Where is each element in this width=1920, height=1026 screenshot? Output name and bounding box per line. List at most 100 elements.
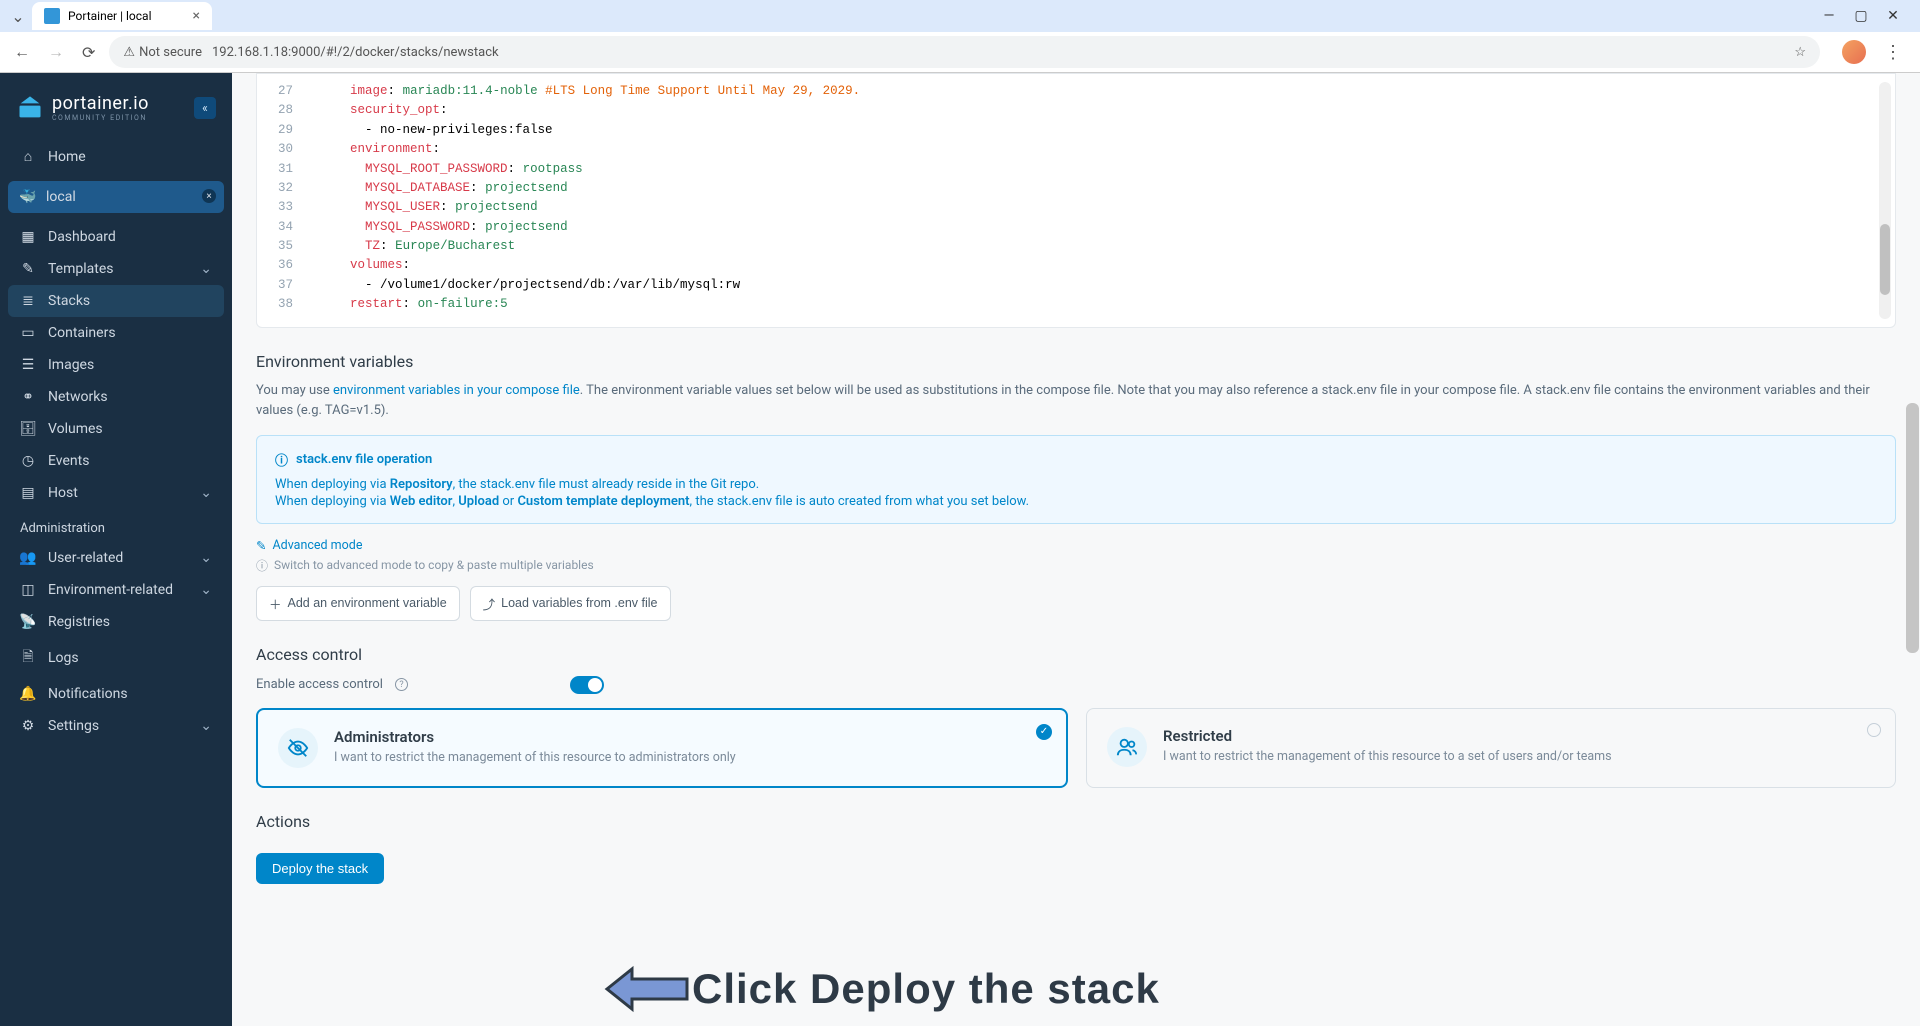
info-line-2: When deploying via Web editor, Upload or… bbox=[275, 494, 1877, 509]
not-secure-label: Not secure bbox=[139, 45, 202, 60]
main-content: 27 image: mariadb:11.4-noble #LTS Long T… bbox=[232, 73, 1920, 1026]
sidebar-item-label: Containers bbox=[48, 325, 116, 341]
forward-icon[interactable]: → bbox=[44, 38, 68, 66]
chevron-down-icon: ⌄ bbox=[200, 550, 212, 566]
tab-bar: ⌄ Portainer | local × — ▢ ✕ bbox=[0, 0, 1920, 32]
share-icon: ⚭ bbox=[20, 389, 36, 405]
portainer-logo-icon bbox=[16, 94, 44, 122]
sidebar-item-logs[interactable]: 🗎Logs bbox=[8, 638, 224, 678]
profile-avatar[interactable] bbox=[1842, 40, 1866, 64]
sidebar-item-label: Templates bbox=[48, 261, 114, 277]
line-number: 27 bbox=[257, 82, 305, 101]
arrow-left-icon bbox=[602, 964, 692, 1014]
warning-icon: ⚠ bbox=[123, 45, 135, 60]
line-number: 28 bbox=[257, 101, 305, 120]
sidebar-item-dashboard[interactable]: ▦Dashboard bbox=[8, 221, 224, 253]
bell-icon: 🔔 bbox=[20, 686, 36, 702]
sidebar-item-templates[interactable]: ✎Templates⌄ bbox=[8, 253, 224, 285]
line-number: 38 bbox=[257, 295, 305, 314]
code-line: 28 security_opt: bbox=[257, 101, 1895, 120]
code-line: 33 MYSQL_USER: projectsend bbox=[257, 198, 1895, 217]
load-env-file-button[interactable]: ⤴ Load variables from .env file bbox=[470, 586, 671, 621]
not-secure-badge[interactable]: ⚠ Not secure bbox=[123, 45, 202, 60]
layers-icon: ≣ bbox=[20, 293, 36, 309]
add-env-var-button[interactable]: ＋ Add an environment variable bbox=[256, 586, 460, 621]
line-number: 31 bbox=[257, 160, 305, 179]
sidebar-item-user-related[interactable]: 👥User-related⌄ bbox=[8, 542, 224, 574]
list-icon: ☰ bbox=[20, 357, 36, 373]
sidebar-item-images[interactable]: ☰ Images bbox=[8, 349, 224, 381]
gear-icon: ⚙ bbox=[20, 718, 36, 734]
sidebar-item-networks[interactable]: ⚭ Networks bbox=[8, 381, 224, 413]
deploy-stack-label: Deploy the stack bbox=[272, 861, 368, 876]
window-controls: — ▢ ✕ bbox=[1822, 9, 1912, 23]
tab-title: Portainer | local bbox=[68, 9, 152, 23]
sidebar-item-label: Images bbox=[48, 357, 94, 373]
sidebar-item-label: Volumes bbox=[48, 421, 103, 437]
eye-off-icon bbox=[278, 728, 318, 768]
enable-access-label: Enable access control bbox=[256, 677, 383, 692]
maximize-icon[interactable]: ▢ bbox=[1854, 9, 1868, 23]
line-number: 37 bbox=[257, 276, 305, 295]
access-cards: Administrators I want to restrict the ma… bbox=[256, 708, 1896, 788]
tutorial-annotation: Click Deploy the stack bbox=[602, 964, 1160, 1014]
main-scrollbar-thumb[interactable] bbox=[1906, 403, 1919, 653]
help-icon[interactable]: ? bbox=[395, 678, 408, 691]
docker-icon: 🐳 bbox=[20, 189, 36, 205]
sidebar-item-notifications[interactable]: 🔔Notifications bbox=[8, 678, 224, 710]
sidebar-item-registries[interactable]: 📡Registries bbox=[8, 606, 224, 638]
sidebar-item-label: Networks bbox=[48, 389, 108, 405]
access-card-restricted[interactable]: Restricted I want to restrict the manage… bbox=[1086, 708, 1896, 788]
access-card-administrators[interactable]: Administrators I want to restrict the ma… bbox=[256, 708, 1068, 788]
sidebar: portainer.io COMMUNITY EDITION « ⌂ Home … bbox=[0, 73, 232, 1026]
advanced-mode-link[interactable]: ✎ Advanced mode bbox=[256, 538, 1896, 554]
code-line: 32 MYSQL_DATABASE: projectsend bbox=[257, 179, 1895, 198]
browser-tab[interactable]: Portainer | local × bbox=[32, 2, 212, 30]
code-scrollbar-thumb[interactable] bbox=[1880, 224, 1890, 295]
code-line: 37 - /volume1/docker/projectsend/db:/var… bbox=[257, 276, 1895, 295]
info-small-icon: ⓘ bbox=[256, 557, 268, 574]
code-scrollbar[interactable] bbox=[1879, 82, 1891, 319]
sidebar-item-settings[interactable]: ⚙Settings⌄ bbox=[8, 710, 224, 742]
bookmark-star-icon[interactable]: ☆ bbox=[1794, 45, 1806, 60]
tab-close-icon[interactable]: × bbox=[193, 8, 200, 24]
card-admin-desc: I want to restrict the management of thi… bbox=[334, 750, 736, 765]
sidebar-item-volumes[interactable]: 🗄Volumes bbox=[8, 413, 224, 445]
box-icon: ▭ bbox=[20, 325, 36, 341]
sidebar-item-containers[interactable]: ▭ Containers bbox=[8, 317, 224, 349]
sidebar-item-label: User-related bbox=[48, 550, 123, 566]
env-desc-link[interactable]: environment variables in your compose fi… bbox=[333, 383, 580, 398]
server-icon: ▤ bbox=[20, 485, 36, 501]
logo-row: portainer.io COMMUNITY EDITION « bbox=[8, 85, 224, 140]
sidebar-item-events[interactable]: ◷Events bbox=[8, 445, 224, 477]
close-window-icon[interactable]: ✕ bbox=[1886, 9, 1900, 23]
reload-icon[interactable]: ⟳ bbox=[78, 39, 99, 66]
environment-name: local bbox=[46, 189, 76, 205]
browser-toolbar: ← → ⟳ ⚠ Not secure 192.168.1.18:9000/#!/… bbox=[0, 32, 1920, 72]
enable-access-row: Enable access control ? bbox=[256, 676, 1896, 694]
tab-favicon bbox=[44, 8, 60, 24]
collapse-sidebar-button[interactable]: « bbox=[194, 97, 216, 119]
tabs-dropdown[interactable]: ⌄ bbox=[8, 6, 28, 26]
environment-badge[interactable]: 🐳 local × bbox=[8, 181, 224, 213]
chevron-down-icon: ⌄ bbox=[200, 485, 212, 501]
sidebar-item-stacks[interactable]: ≣Stacks bbox=[8, 285, 224, 317]
minimize-icon[interactable]: — bbox=[1822, 9, 1836, 23]
sidebar-item-label: Host bbox=[48, 485, 78, 501]
sidebar-item-label: Registries bbox=[48, 614, 110, 630]
info-title-text: stack.env file operation bbox=[296, 452, 432, 467]
sidebar-item-label: Environment-related bbox=[48, 582, 173, 598]
env-desc-pre: You may use bbox=[256, 383, 333, 398]
sidebar-item-host[interactable]: ▤ Host ⌄ bbox=[8, 477, 224, 509]
env-close-icon[interactable]: × bbox=[202, 189, 216, 203]
annotation-text: Click Deploy the stack bbox=[692, 965, 1160, 1013]
env-description: You may use environment variables in you… bbox=[256, 381, 1896, 421]
code-editor[interactable]: 27 image: mariadb:11.4-noble #LTS Long T… bbox=[256, 73, 1896, 328]
back-icon[interactable]: ← bbox=[10, 38, 34, 66]
sidebar-item-home[interactable]: ⌂ Home bbox=[8, 140, 224, 173]
browser-menu-icon[interactable]: ⋮ bbox=[1876, 42, 1910, 63]
deploy-stack-button[interactable]: Deploy the stack bbox=[256, 853, 384, 884]
access-control-toggle[interactable] bbox=[570, 676, 604, 694]
sidebar-item-environment-related[interactable]: ◫Environment-related⌄ bbox=[8, 574, 224, 606]
address-bar[interactable]: ⚠ Not secure 192.168.1.18:9000/#!/2/dock… bbox=[109, 36, 1820, 68]
